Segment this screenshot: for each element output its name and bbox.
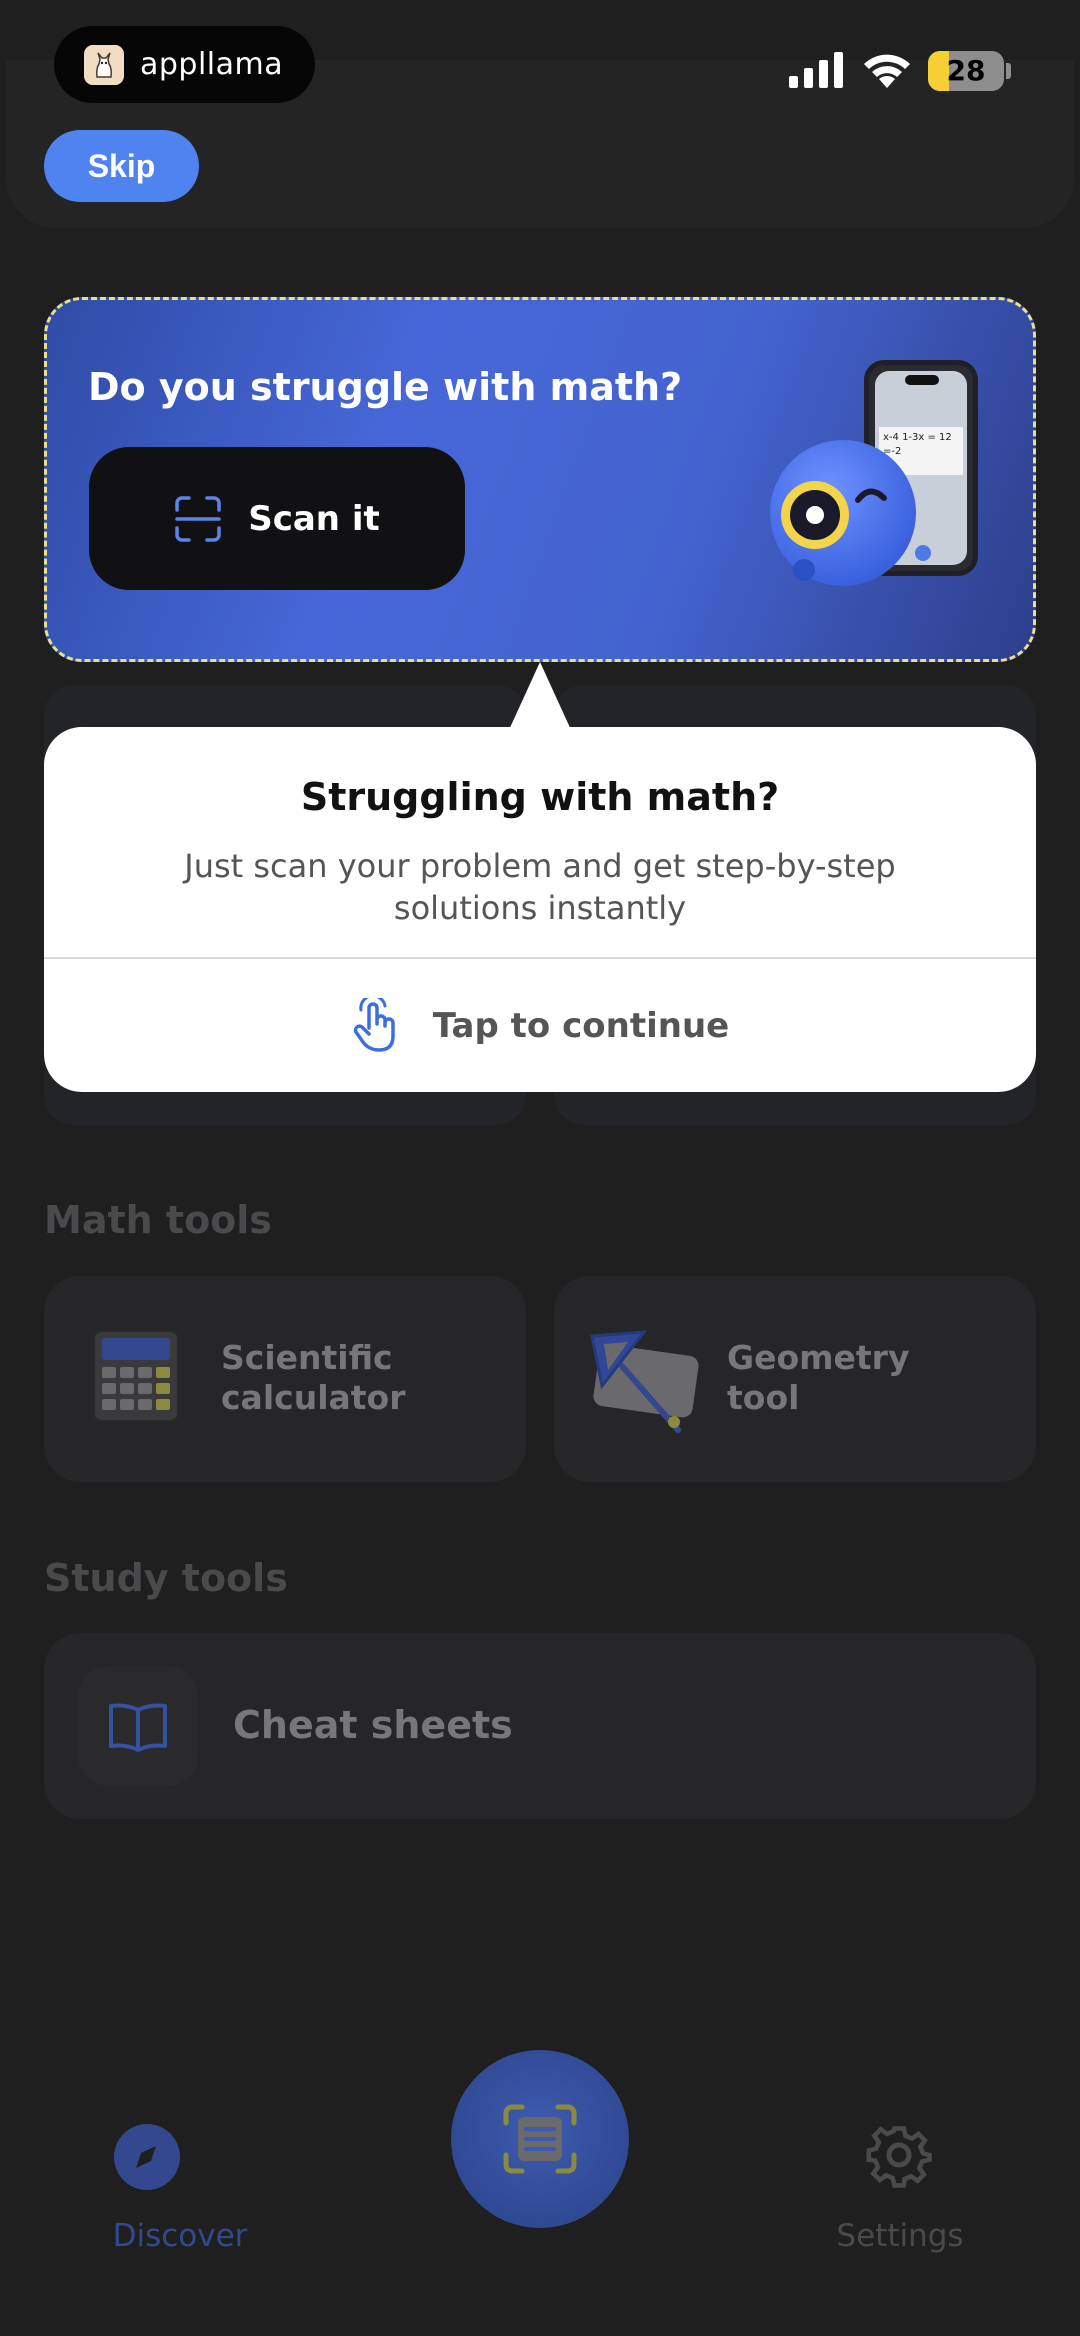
cellular-signal-icon — [789, 52, 843, 88]
battery-percent: 28 — [946, 54, 986, 87]
scan-it-button[interactable]: Scan it — [89, 447, 465, 590]
tap-to-continue-button[interactable]: Tap to continue — [44, 959, 1036, 1092]
battery-nub — [1006, 63, 1011, 79]
nav-discover-label[interactable]: Discover — [60, 2218, 300, 2254]
mascot-illustration — [770, 440, 916, 586]
scan-it-label: Scan it — [248, 498, 380, 539]
settings-gear-icon[interactable] — [866, 2122, 932, 2188]
wifi-icon — [864, 54, 910, 88]
nav-settings-label[interactable]: Settings — [780, 2218, 1020, 2254]
scientific-calculator-card[interactable]: Scientific calculator — [44, 1276, 526, 1482]
popup-pointer — [508, 662, 572, 732]
llama-logo-icon — [84, 44, 124, 85]
tap-to-continue-label: Tap to continue — [432, 1005, 730, 1046]
scan-fab-button[interactable] — [451, 2050, 629, 2228]
math-tools-heading: Math tools — [44, 1198, 272, 1242]
discover-icon[interactable] — [114, 2124, 180, 2190]
popup-body: Just scan your problem and get step-by-s… — [184, 847, 896, 927]
app-badge: appllama — [54, 26, 315, 103]
tap-hand-icon — [353, 997, 395, 1052]
battery-indicator: 28 — [928, 51, 1004, 91]
calculator-icon — [93, 1330, 179, 1422]
book-icon — [109, 1703, 167, 1752]
geometry-icon — [590, 1330, 699, 1433]
cheat-sheets-label: Cheat sheets — [233, 1703, 513, 1747]
scan-document-icon — [503, 2104, 577, 2174]
geometry-tool-label: Geometry tool — [727, 1338, 910, 1417]
skip-button[interactable]: Skip — [44, 130, 199, 202]
onboarding-popup[interactable]: Struggling with math? Just scan your pro… — [44, 727, 1036, 1092]
scientific-calculator-label: Scientific calculator — [221, 1338, 406, 1417]
study-tools-heading: Study tools — [44, 1556, 288, 1600]
geometry-tool-card[interactable]: Geometry tool — [554, 1276, 1036, 1482]
cheat-sheets-card[interactable]: Cheat sheets — [44, 1633, 1036, 1819]
cheat-sheets-icon-box — [78, 1666, 198, 1786]
banner-title: Do you struggle with math? — [88, 365, 683, 409]
popup-title: Struggling with math? — [300, 775, 780, 819]
brand-name: appllama — [140, 47, 284, 82]
scan-icon — [175, 495, 221, 542]
